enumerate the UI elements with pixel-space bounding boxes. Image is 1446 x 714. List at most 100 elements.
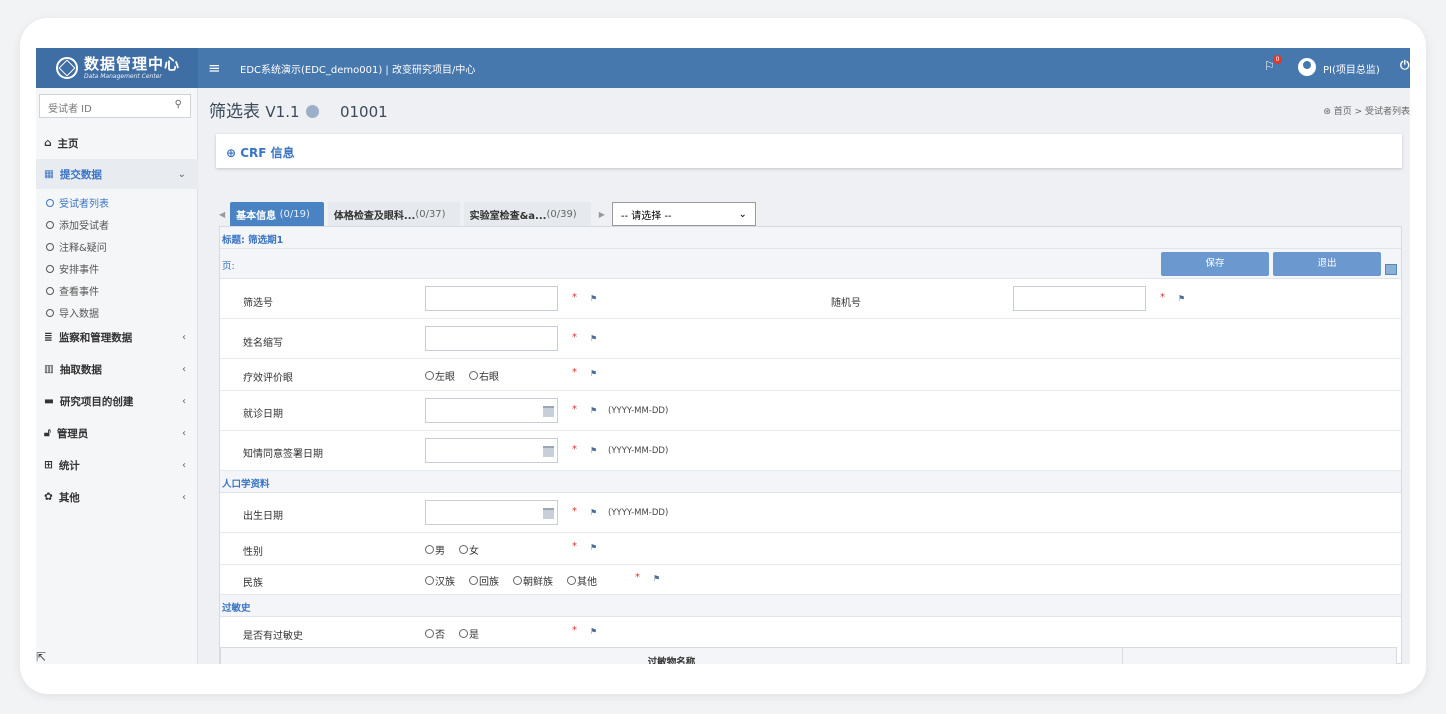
sidebar-item-admin[interactable]: 🔓︎ 管理员 ‹ — [36, 418, 198, 448]
logo[interactable]: 数据管理中心 Data Management Center — [36, 48, 198, 88]
exit-button[interactable]: 退出 — [1273, 252, 1381, 276]
radio-right-eye[interactable]: 右眼 — [469, 368, 499, 383]
radio-female[interactable]: 女 — [459, 542, 479, 557]
main-content: 筛选表 V1.1 01001 ⊛ 首页 > 受试者列表 ⊕ CRF 信息 ◀ 基… — [199, 88, 1410, 664]
flag-icon[interactable]: ⚑ — [590, 294, 597, 303]
circle-icon — [46, 308, 54, 317]
circle-icon — [46, 220, 54, 229]
gender-radio-group: 男 女 — [425, 542, 479, 557]
sidebar-sub-add-subject[interactable]: 添加受试者 — [46, 217, 109, 232]
sidebar-sub-view-event[interactable]: 查看事件 — [46, 283, 99, 298]
home-icon: ⌂ — [44, 137, 52, 149]
chevron-left-icon: ‹ — [182, 459, 186, 471]
crf-form: 标题: 筛选期1 页: 保存 退出 筛选号 * ⚑ 随机号 * ⚑ 姓名缩写 *… — [219, 226, 1402, 664]
form-row: 出生日期 * ⚑ (YYYY-MM-DD) — [220, 493, 1401, 533]
form-row: 姓名缩写 * ⚑ — [220, 319, 1401, 359]
search-icon[interactable]: ⚲ — [175, 99, 182, 110]
avatar[interactable] — [1298, 58, 1316, 76]
flag-icon[interactable]: ⚑ — [653, 574, 660, 583]
radio-korean[interactable]: 朝鲜族 — [513, 573, 553, 588]
sidebar-item-other[interactable]: ✿ 其他 ‹ — [36, 482, 198, 512]
plus-circle-icon: ⊕ — [226, 146, 237, 160]
user-name[interactable]: PI(项目总监) — [1323, 61, 1380, 76]
stats-table-icon: ⊞ — [44, 459, 53, 471]
version-label: V1.1 — [265, 103, 300, 121]
table-icon: ▥ — [44, 363, 54, 375]
form-row: 筛选号 * ⚑ 随机号 * ⚑ — [220, 279, 1401, 319]
radio-yes[interactable]: 是 — [459, 626, 479, 641]
flag-icon[interactable]: ⚑ — [1178, 294, 1185, 303]
ethnicity-radio-group: 汉族 回族 朝鲜族 其他 — [425, 573, 597, 588]
tab-next-icon[interactable]: ▶ — [599, 210, 605, 219]
radio-han[interactable]: 汉族 — [425, 573, 455, 588]
study-title[interactable]: EDC系统演示(EDC_demo001) | 改变研究项目/中心 — [240, 61, 475, 76]
tab-prev-icon[interactable]: ◀ — [219, 210, 225, 219]
chevron-left-icon: ‹ — [182, 395, 186, 407]
dashboard-icon: ⊛ — [1323, 107, 1334, 117]
flag-icon[interactable]: ⚑ — [590, 406, 597, 415]
allergen-table: 过敏物名称 — [220, 647, 1397, 664]
sidebar-item-stats[interactable]: ⊞ 统计 ‹ — [36, 450, 198, 480]
search-placeholder: 受试者 ID — [48, 104, 92, 115]
radio-other[interactable]: 其他 — [567, 573, 597, 588]
app: 数据管理中心 Data Management Center ≡ EDC系统演示(… — [36, 48, 1410, 664]
chevron-down-icon: ⌄ — [177, 168, 186, 180]
flag-icon[interactable]: ⚑ — [590, 543, 597, 552]
screening-no-input[interactable] — [425, 286, 558, 311]
print-icon[interactable] — [1385, 264, 1397, 275]
sidebar-sub-schedule-event[interactable]: 安排事件 — [46, 261, 99, 276]
sidebar-item-monitor[interactable]: ≣ 监察和管理数据 ‹ — [36, 322, 198, 352]
sidebar-sub-import-data[interactable]: 导入数据 — [46, 305, 99, 320]
tab-physical-exam[interactable]: 体格检查及眼科... (0/37) — [327, 202, 460, 226]
circle-icon — [46, 264, 54, 273]
circle-icon — [46, 286, 54, 295]
flag-icon[interactable]: ⚑ — [590, 446, 597, 455]
gear-icon: ✿ — [44, 491, 53, 503]
radio-hui[interactable]: 回族 — [469, 573, 499, 588]
form-row: 知情同意签署日期 * ⚑ (YYYY-MM-DD) — [220, 431, 1401, 471]
sidebar-sub-notes[interactable]: 注释&疑问 — [46, 239, 107, 254]
form-row: 性别 男 女 * ⚑ — [220, 533, 1401, 565]
save-button[interactable]: 保存 — [1161, 252, 1269, 276]
page-bar: 页: 保存 退出 — [220, 249, 1401, 279]
grid-icon: ▦ — [44, 168, 54, 180]
lock-icon: 🔓︎ — [44, 426, 51, 439]
tab-lab-exam[interactable]: 实验室检查&a... (0/39) — [463, 202, 591, 226]
flag-icon[interactable]: ⚑ — [590, 334, 597, 343]
list-icon: ≣ — [44, 331, 53, 343]
logo-title: 数据管理中心 — [84, 54, 181, 73]
mouse-cursor-icon: ⇱ — [36, 650, 47, 664]
breadcrumb[interactable]: ⊛ 首页 > 受试者列表 — [1323, 104, 1410, 117]
menu-toggle-icon[interactable]: ≡ — [208, 59, 221, 77]
sidebar-item-submit-data[interactable]: ▦ 提交数据 ⌄ — [36, 159, 198, 189]
form-row: 疗效评价眼 左眼 右眼 * ⚑ — [220, 359, 1401, 391]
flag-icon[interactable]: ⚑ — [590, 508, 597, 517]
tab-select-dropdown[interactable]: -- 请选择 -- ⌄ — [611, 202, 756, 226]
chevron-down-icon: ⌄ — [738, 208, 747, 220]
flag-icon[interactable]: ⚑ — [590, 369, 597, 378]
search-input[interactable]: 受试者 ID ⚲ — [39, 94, 191, 118]
circle-icon — [46, 242, 54, 251]
sidebar-sub-subject-list[interactable]: 受试者列表 — [46, 195, 109, 210]
subject-code: 01001 — [339, 103, 388, 121]
random-no-input[interactable] — [1013, 286, 1146, 311]
folder-icon: ▬ — [44, 395, 54, 407]
globe-icon[interactable] — [305, 105, 319, 118]
radio-male[interactable]: 男 — [425, 542, 445, 557]
sidebar-item-extract[interactable]: ▥ 抽取数据 ‹ — [36, 354, 198, 384]
birth-date-input[interactable] — [425, 500, 558, 525]
form-row: 是否有过敏史 否 是 * ⚑ — [243, 625, 598, 642]
name-abbr-input[interactable] — [425, 326, 558, 351]
tab-basic-info[interactable]: 基本信息 (0/19) — [230, 202, 324, 226]
sidebar-item-home[interactable]: ⌂ 主页 — [36, 128, 198, 158]
power-icon[interactable]: ⏻ — [1400, 58, 1410, 73]
radio-no[interactable]: 否 — [425, 626, 445, 641]
form-tabs: ◀ 基本信息 (0/19) 体格检查及眼科... (0/37) 实验室检查&a..… — [219, 200, 756, 226]
sidebar-item-study-create[interactable]: ▬ 研究项目的创建 ‹ — [36, 386, 198, 416]
consent-date-input[interactable] — [425, 438, 558, 463]
visit-date-input[interactable] — [425, 398, 558, 423]
radio-left-eye[interactable]: 左眼 — [425, 368, 455, 383]
crf-info-panel[interactable]: ⊕ CRF 信息 — [216, 134, 1402, 168]
flag-icon[interactable]: ⚑ — [590, 627, 597, 636]
page-title: 筛选表 V1.1 01001 — [209, 102, 388, 122]
